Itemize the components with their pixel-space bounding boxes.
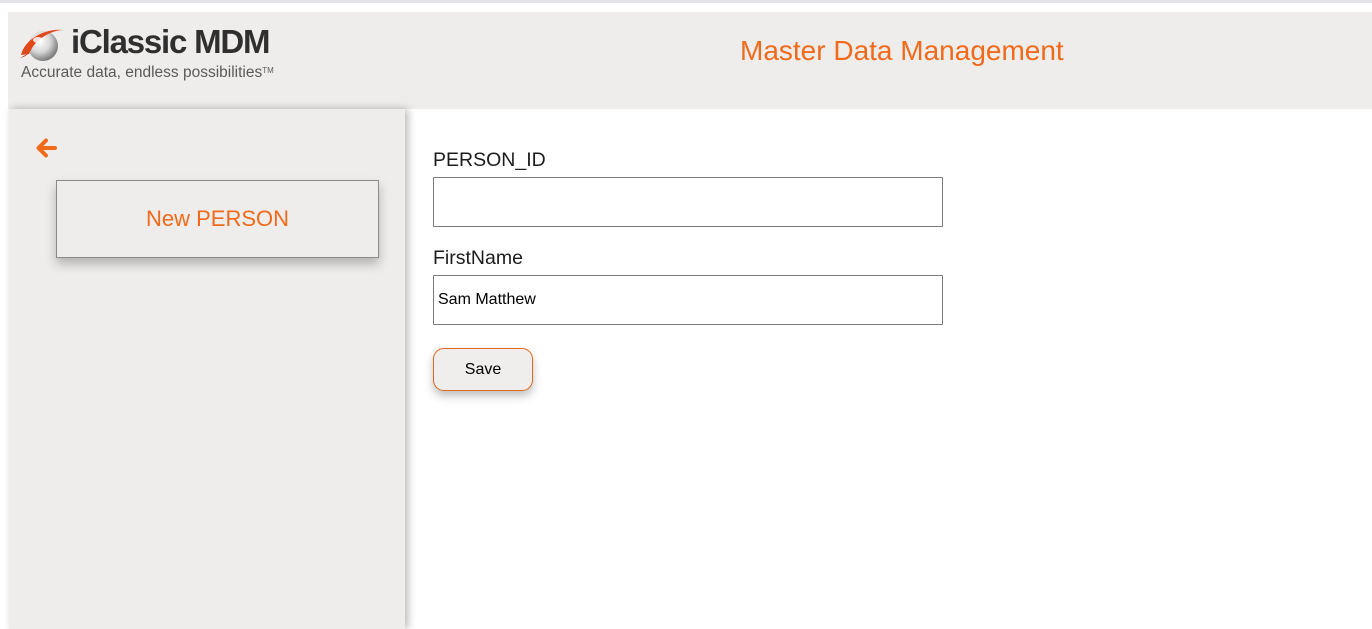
first-name-input[interactable]	[433, 275, 943, 325]
page-title: Master Data Management	[740, 35, 1064, 66]
brand-logo: iClassic MDM Accurate data, endless poss…	[17, 22, 307, 84]
sidebar-item-label: New PERSON	[145, 206, 290, 231]
arrow-left-icon	[36, 138, 57, 158]
brand-tagline: Accurate data, endless possibilitiesTM	[21, 64, 274, 81]
person-id-input[interactable]	[433, 177, 943, 227]
brand-name: iClassic MDM	[71, 23, 271, 60]
top-border	[0, 0, 1372, 3]
trademark-mark: TM	[262, 66, 274, 75]
back-button[interactable]	[34, 136, 58, 160]
person-id-label: PERSON_ID	[433, 149, 546, 171]
save-button[interactable]: Save	[433, 348, 533, 391]
app-header: iClassic MDM Accurate data, endless poss…	[8, 12, 1372, 109]
sidebar: New PERSON	[9, 109, 405, 629]
first-name-label: FirstName	[433, 247, 523, 269]
sidebar-item-new-person[interactable]: New PERSON	[56, 180, 379, 258]
logo-orbit-icon	[20, 29, 63, 61]
